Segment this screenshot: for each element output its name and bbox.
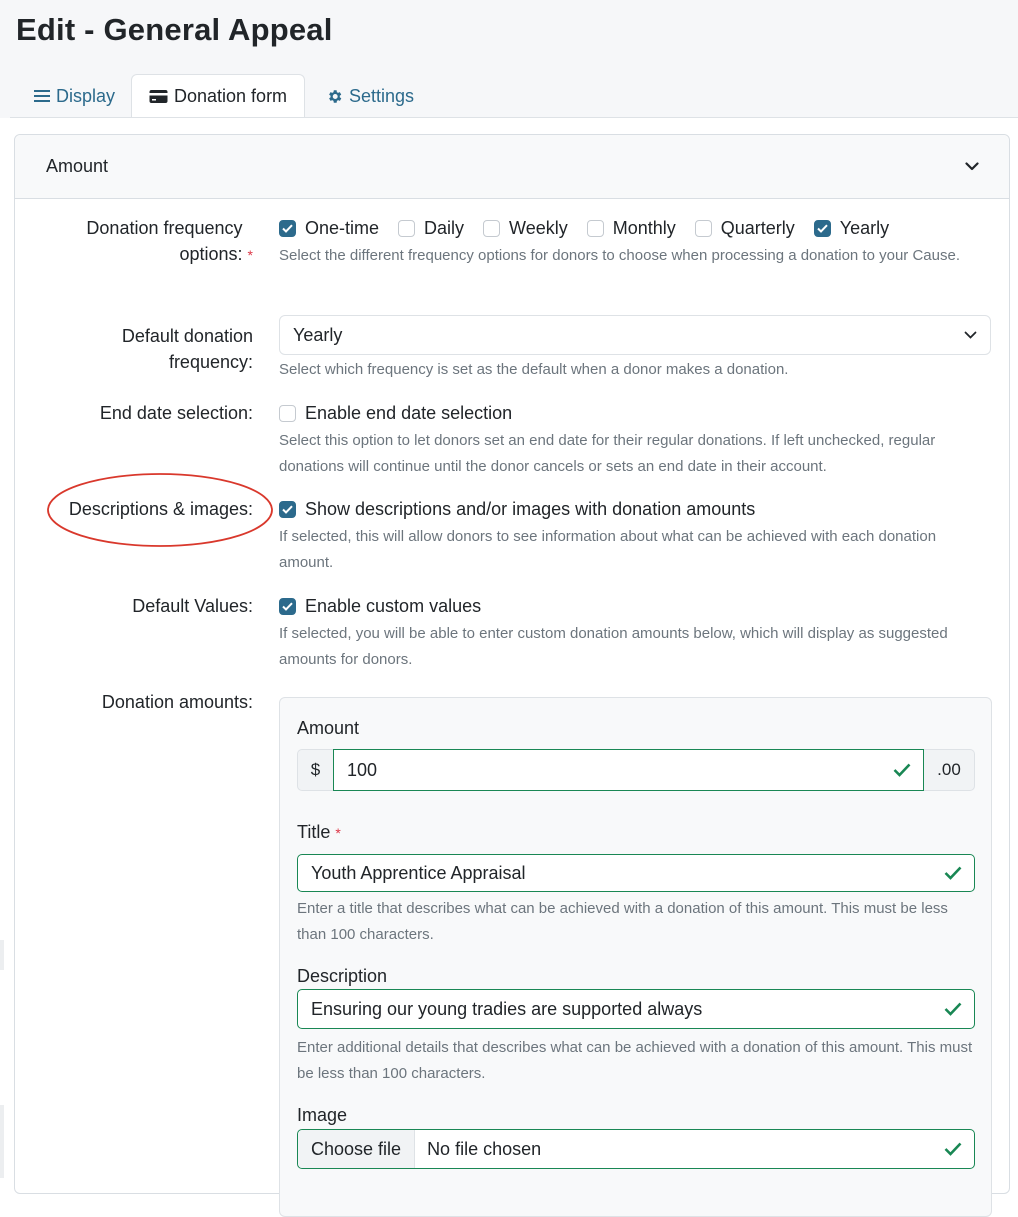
image-file-input[interactable]: Choose file No file chosen <box>297 1129 975 1169</box>
title-help: Enter a title that describes what can be… <box>297 900 948 943</box>
frequency-help: Select the different frequency options f… <box>279 247 960 264</box>
left-edge-mark <box>0 940 4 970</box>
frequency-option-daily[interactable]: Daily <box>398 218 464 239</box>
descriptions-field: Show descriptions and/or images with don… <box>279 496 991 576</box>
chevron-down-icon <box>965 162 979 171</box>
frequency-option-label: Weekly <box>509 217 568 238</box>
end-date-checkbox-label: Enable end date selection <box>305 402 513 423</box>
tab-donation-form[interactable]: Donation form <box>131 74 306 118</box>
custom-values-checkbox-label: Enable custom values <box>305 595 482 616</box>
check-icon <box>944 1002 962 1016</box>
amount-input-group: $ 100 .00 <box>297 749 975 791</box>
required-mark: * <box>247 247 253 263</box>
currency-prefix: $ <box>297 749 333 791</box>
frequency-options: One-time Daily Weekly Monthly Quarterly … <box>279 215 991 241</box>
page-header: Edit - General Appeal Display Donation f… <box>0 0 1018 118</box>
end-date-label: End date selection: <box>99 403 253 423</box>
default-frequency-field: Yearly Select which frequency is set as … <box>279 315 991 383</box>
descriptions-help: If selected, this will allow donors to s… <box>279 528 937 571</box>
frequency-option-label: Quarterly <box>720 217 795 238</box>
frequency-option-label: Monthly <box>612 217 676 238</box>
default-values-help: If selected, you will be able to enter c… <box>279 625 948 668</box>
descriptions-checkbox-label: Show descriptions and/or images with don… <box>305 498 756 519</box>
frequency-option-yearly[interactable]: Yearly <box>813 217 890 239</box>
list-icon <box>34 90 50 102</box>
decimal-suffix: .00 <box>924 749 975 791</box>
donation-amounts-label: Donation amounts: <box>101 692 253 712</box>
default-frequency-value: Yearly <box>293 324 343 345</box>
file-status: No file chosen <box>415 1130 974 1168</box>
checkbox-checked[interactable] <box>279 597 296 615</box>
end-date-field: Enable end date selection Select this op… <box>279 400 991 480</box>
default-frequency-label: Default donation frequency: <box>121 326 253 372</box>
title-label-text: Title <box>297 822 331 842</box>
image-label: Image <box>297 1105 348 1125</box>
frequency-option-quarterly[interactable]: Quarterly <box>694 217 795 239</box>
checkbox-checked[interactable] <box>279 219 296 237</box>
check-icon <box>944 866 962 880</box>
descriptions-checkbox[interactable]: Show descriptions and/or images with don… <box>279 499 755 520</box>
tab-donation-form-label: Donation form <box>174 86 288 106</box>
frequency-option-label: Daily <box>424 217 465 238</box>
default-frequency-select[interactable]: Yearly <box>279 315 991 355</box>
checkbox-checked[interactable] <box>813 219 831 237</box>
descriptions-label: Descriptions & images: <box>68 499 253 519</box>
checkbox-unchecked[interactable] <box>483 219 501 237</box>
end-date-help: Select this option to let donors set an … <box>279 432 936 475</box>
frequency-field: One-time Daily Weekly Monthly Quarterly … <box>279 215 991 269</box>
tab-settings[interactable]: Settings <box>326 74 414 118</box>
default-values-label: Default Values: <box>132 596 253 616</box>
description-help: Enter additional details that describes … <box>297 1039 973 1082</box>
tab-settings-label: Settings <box>349 85 415 106</box>
amount-value: 100 <box>347 759 378 780</box>
end-date-checkbox[interactable]: Enable end date selection <box>279 403 512 424</box>
frequency-option-weekly[interactable]: Weekly <box>483 218 568 239</box>
tab-display[interactable]: Display <box>34 74 115 118</box>
checkbox-unchecked[interactable] <box>694 219 712 237</box>
description-label: Description <box>297 966 388 986</box>
check-icon <box>893 763 911 777</box>
credit-card-icon <box>149 90 168 103</box>
choose-file-button[interactable]: Choose file <box>298 1130 416 1168</box>
description-value: Ensuring our young tradies are supported… <box>311 998 703 1019</box>
chevron-down-icon <box>964 331 977 339</box>
description-input[interactable]: Ensuring our young tradies are supported… <box>297 989 975 1029</box>
frequency-option-label: Yearly <box>839 217 890 238</box>
title-label: Title * <box>297 822 341 843</box>
check-icon <box>944 1142 962 1156</box>
file-status-text: No file chosen <box>427 1138 542 1159</box>
checkbox-unchecked[interactable] <box>398 219 416 237</box>
title-input[interactable]: Youth Apprentice Appraisal <box>297 854 975 892</box>
amount-input[interactable]: 100 <box>333 749 924 791</box>
donation-amount-panel: Amount $ 100 .00 Title * Youth Apprentic… <box>279 697 992 1217</box>
tab-divider <box>10 117 1018 118</box>
left-edge-mark <box>0 1105 4 1178</box>
amount-section-header[interactable]: Amount <box>15 135 1009 199</box>
tab-display-label: Display <box>56 85 116 106</box>
required-mark: * <box>335 825 341 841</box>
custom-values-checkbox[interactable]: Enable custom values <box>279 596 481 617</box>
gear-icon <box>329 89 342 103</box>
frequency-option-one-time[interactable]: One-time <box>279 218 379 239</box>
page-title: Edit - General Appeal <box>16 12 333 47</box>
title-value: Youth Apprentice Appraisal <box>311 862 526 883</box>
frequency-label: Donation frequency options: * <box>65 215 253 268</box>
frequency-option-label: One-time <box>305 217 380 238</box>
default-values-field: Enable custom values If selected, you wi… <box>279 593 991 673</box>
checkbox-unchecked[interactable] <box>586 219 604 237</box>
frequency-label-text: Donation frequency options: <box>86 218 243 264</box>
section-title: Amount <box>46 156 109 176</box>
default-frequency-help: Select which frequency is set as the def… <box>279 361 789 378</box>
amount-label: Amount <box>297 718 360 738</box>
frequency-option-monthly[interactable]: Monthly <box>586 217 676 239</box>
checkbox-unchecked[interactable] <box>279 404 296 422</box>
checkbox-checked[interactable] <box>279 500 296 518</box>
